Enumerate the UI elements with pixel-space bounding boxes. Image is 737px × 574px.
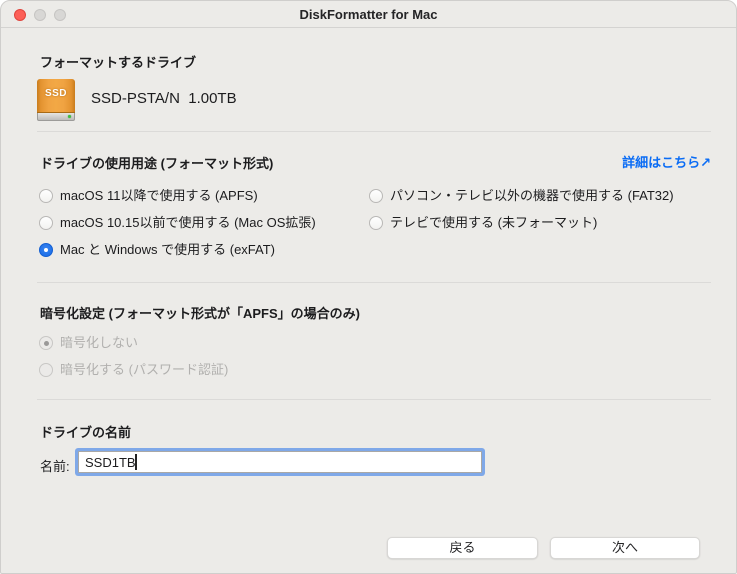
name-field-label: 名前: (40, 456, 70, 475)
radio-option-fat32[interactable]: パソコン・テレビ以外の機器で使用する (FAT32) (369, 188, 674, 204)
radio-option-apfs[interactable]: macOS 11以降で使用する (APFS) (39, 188, 258, 204)
drive-name-input[interactable] (78, 451, 482, 473)
radio-option-unformatted[interactable]: テレビで使用する (未フォーマット) (369, 215, 597, 231)
details-link[interactable]: 詳細はこちら↗ (622, 152, 711, 171)
usage-section-header: ドライブの使用用途 (フォーマット形式) (40, 153, 273, 172)
radio-label: 暗号化しない (60, 335, 138, 351)
radio-label: パソコン・テレビ以外の機器で使用する (FAT32) (390, 188, 674, 204)
radio-icon[interactable] (369, 189, 383, 203)
separator (37, 131, 711, 132)
name-section-header: ドライブの名前 (40, 422, 131, 441)
radio-label: macOS 10.15以前で使用する (Mac OS拡張) (60, 215, 316, 231)
minimize-button (34, 9, 46, 21)
radio-option-encrypt-password: 暗号化する (パスワード認証) (39, 362, 228, 378)
radio-option-exfat[interactable]: Mac と Windows で使用する (exFAT) (39, 242, 275, 258)
radio-icon (39, 336, 53, 350)
drive-icon-label: SSD (37, 88, 75, 99)
close-button[interactable] (14, 9, 26, 21)
radio-icon[interactable] (39, 243, 53, 257)
drive-icon-base (37, 113, 75, 121)
radio-label: 暗号化する (パスワード認証) (60, 362, 228, 378)
radio-icon (39, 363, 53, 377)
separator (37, 399, 711, 400)
title-bar: DiskFormatter for Mac (1, 1, 736, 28)
drive-icon-body: SSD (37, 79, 75, 113)
encryption-section-header: 暗号化設定 (フォーマット形式が「APFS」の場合のみ) (40, 303, 360, 322)
diskformatter-window: DiskFormatter for Mac フォーマットするドライブ SSD S… (0, 0, 737, 574)
radio-option-no-encryption: 暗号化しない (39, 335, 138, 351)
ssd-drive-icon: SSD (37, 79, 75, 121)
zoom-button (54, 9, 66, 21)
window-title: DiskFormatter for Mac (300, 7, 438, 22)
radio-label: テレビで使用する (未フォーマット) (390, 215, 597, 231)
radio-option-macos-extended[interactable]: macOS 10.15以前で使用する (Mac OS拡張) (39, 215, 316, 231)
radio-label: Mac と Windows で使用する (exFAT) (60, 242, 275, 258)
radio-icon[interactable] (369, 216, 383, 230)
drive-info-text: SSD-PSTA/N 1.00TB (91, 91, 237, 107)
separator (37, 282, 711, 283)
text-caret (135, 454, 137, 470)
radio-icon[interactable] (39, 189, 53, 203)
radio-icon[interactable] (39, 216, 53, 230)
drive-section-header: フォーマットするドライブ (40, 52, 196, 71)
back-button[interactable]: 戻る (387, 537, 538, 559)
drive-led-icon (68, 115, 71, 118)
radio-label: macOS 11以降で使用する (APFS) (60, 188, 258, 204)
next-button[interactable]: 次へ (550, 537, 700, 559)
